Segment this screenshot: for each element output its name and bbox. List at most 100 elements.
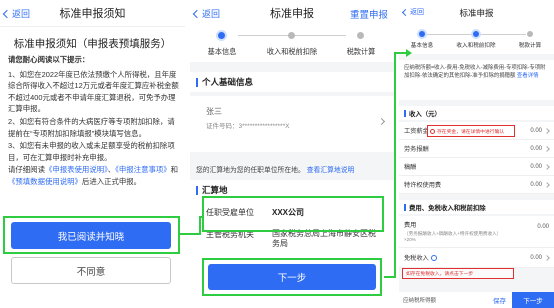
declaration-notice-screen: 返回 标准申报须知 标准申报须知（申报表预填服务） 请您耐心阅读以下提示： 1、… xyxy=(0,0,185,308)
income-row-royalty[interactable]: 稿酬 0.00 xyxy=(399,158,554,176)
step-dot-active xyxy=(473,31,479,37)
income-row-labor[interactable]: 劳务报酬 0.00 xyxy=(399,140,554,158)
row-label: 工资薪金 xyxy=(404,128,429,135)
back-button[interactable]: 返回 xyxy=(192,7,220,20)
income-section-header: 收入（元） xyxy=(399,106,554,120)
step-dot-active xyxy=(218,32,225,39)
connector-line xyxy=(394,52,396,278)
row-value: 0.00 xyxy=(530,163,542,170)
notice-intro: 请您耐心阅读以下提示： xyxy=(8,55,90,64)
row-label: 特许权使用费 xyxy=(404,182,442,189)
chevron-right-icon xyxy=(544,127,550,134)
standard-declaration-screen: 返回 标准申报 重置申报 基本信息 收入和税前扣除 税款计算 个人基础信息 张三… xyxy=(190,0,394,308)
person-name: 张三 xyxy=(206,107,222,116)
page-title: 标准申报须知 xyxy=(59,8,126,20)
highlight-frame-employer xyxy=(202,196,384,232)
connector-line xyxy=(199,216,202,218)
fee-info: 费用 （劳务报酬收入+稿酬收入+特许权使用费收入）×20% xyxy=(404,220,499,243)
income-row-franchise[interactable]: 特许权使用费 0.00 xyxy=(399,176,554,194)
save-button[interactable]: 保存 xyxy=(493,295,506,305)
taxable-income-label: 应纳税所得额 xyxy=(403,298,437,304)
exempt-label: 免税收入 xyxy=(404,255,429,262)
tax-place-notice: 您的汇算地为您的任职单位所在地。 查看汇算地说明 xyxy=(190,158,394,180)
connector-arrowhead xyxy=(406,49,412,57)
row-value: 0.00 xyxy=(530,145,542,152)
fee-label: 费用 xyxy=(404,222,417,229)
step-indicator: 基本信息 收入和税前扣除 税款计算 xyxy=(190,26,394,62)
nav-bar: 返回 标准申报 xyxy=(399,0,554,26)
p4-suffix: 后进入正式申报。 xyxy=(81,176,142,186)
p4-mid: 和 xyxy=(170,165,179,175)
fee-row: 费用 （劳务报酬收入+稿酬收入+特许权使用费收入）×20% 0.00 xyxy=(399,216,554,248)
back-button[interactable]: 返回 xyxy=(401,7,424,17)
connector-line xyxy=(180,233,200,235)
section-marker xyxy=(404,109,406,117)
notice-paragraph-3: 3、如您有未申报的收入或未足额享受的税前扣除项目，可在汇算申报时补充申报。 xyxy=(8,141,175,162)
section-marker xyxy=(196,77,198,87)
exempt-income-row[interactable]: 免税收入 0.00 xyxy=(399,248,554,268)
chevron-right-icon xyxy=(544,254,550,261)
formula-description: 应纳税所额=收入-费用-免税收入-减除费用-专项扣除-专项附加扣除-依法确定的其… xyxy=(399,60,554,100)
chevron-right-icon xyxy=(544,145,550,152)
exempt-warning: 如存在免税收入，请点击下一步 xyxy=(402,268,514,279)
income-deduction-screen: 返回 标准申报 基本信息 收入和税前扣除 税款计算 应纳税所额=收入-费用-免税… xyxy=(399,0,554,308)
back-label: 返回 xyxy=(12,9,31,19)
formula-details-link[interactable]: 查看详情 xyxy=(517,73,539,79)
back-button[interactable]: 返回 xyxy=(2,7,31,20)
nav-bar: 返回 标准申报 重置申报 xyxy=(190,0,394,26)
chevron-left-icon xyxy=(2,9,12,18)
id-value: 3*****************X xyxy=(238,123,290,130)
notice-paragraph-1: 1、如您在2022年度已依法预缴个人所得税，且年度综合所得收入不超过12万元或者… xyxy=(8,69,179,114)
page-title: 标准申报 xyxy=(270,8,314,20)
step-dot xyxy=(288,32,295,39)
step-label: 基本信息 xyxy=(207,47,237,56)
reset-declaration-button[interactable]: 重置申报 xyxy=(350,7,388,21)
chevron-left-icon xyxy=(192,9,202,18)
disagree-button[interactable]: 不同意 xyxy=(11,257,171,284)
warning-text: 存在奖金，请在详情中进行确认 xyxy=(437,129,505,135)
id-number: 证件号码：3*****************X xyxy=(206,120,289,130)
id-label: 证件号码： xyxy=(206,123,239,130)
back-label: 返回 xyxy=(410,9,424,16)
chevron-right-icon xyxy=(544,163,550,170)
step-label: 收入和税前扣除 xyxy=(456,43,496,49)
chevron-left-icon xyxy=(401,8,410,16)
section-title: 个人基础信息 xyxy=(202,77,254,87)
fee-value: 0.00 xyxy=(537,224,549,230)
personal-info-section-header: 个人基础信息 xyxy=(190,72,394,92)
usage-guide-link[interactable]: 《申报表使用说明》 xyxy=(45,165,108,174)
exempt-value: 0.00 xyxy=(530,254,542,261)
fee-note: （劳务报酬收入+稿酬收入+特许权使用费收入）×20% xyxy=(404,231,499,242)
info-icon[interactable] xyxy=(430,254,437,261)
bonus-warning[interactable]: 存在奖金，请在详情中进行确认 xyxy=(427,125,515,137)
row-value: 0.00 xyxy=(530,127,542,134)
highlight-frame-next xyxy=(202,258,382,296)
warning-icon xyxy=(430,128,435,134)
bottom-bar: 应纳税所得额 保存 下一步 xyxy=(399,292,554,308)
personal-info-card[interactable]: 张三 证件号码：3*****************X xyxy=(190,96,394,152)
income-section-title: 收入（元） xyxy=(409,110,441,118)
chevron-right-icon xyxy=(377,117,386,126)
notice-body: 请您耐心阅读以下提示： 1、如您在2022年度已依法预缴个人所得税，且年度综合所… xyxy=(8,54,179,189)
highlight-frame xyxy=(3,216,180,254)
step-dot xyxy=(527,31,533,37)
row-label: 稿酬 xyxy=(404,164,417,171)
notice-paragraph-2: 2、如您有符合条件的大病医疗等专项附加扣除，请提前在“专项附加扣除填报”模块填写… xyxy=(8,116,175,138)
step-dot-active xyxy=(419,31,425,37)
next-step-button[interactable]: 下一步 xyxy=(512,292,554,308)
step-label: 基本信息 xyxy=(410,43,434,49)
section-title: 汇算地 xyxy=(202,185,228,195)
notice-text: 您的汇算地为您的任职单位所在地。 xyxy=(196,167,305,174)
step-label: 税款计算 xyxy=(346,47,376,56)
deduction-section-header: 费用、免税收入和税前扣除 xyxy=(399,200,554,214)
tax-place-info-link[interactable]: 查看汇算地说明 xyxy=(307,164,355,174)
prefill-guide-link[interactable]: 《预填数据使用说明》 xyxy=(8,177,82,186)
notes-link[interactable]: 《申报注意事项》 xyxy=(115,165,170,174)
connector-line xyxy=(199,216,201,235)
tax-office-value: 国家税务总局上海市静安区税务局 xyxy=(272,229,376,248)
row-value: 0.00 xyxy=(530,181,542,188)
row-label: 劳务报酬 xyxy=(404,146,429,153)
notice-paragraph-4: 请仔细阅读《申报表使用说明》、《申报注意事项》和《预填数据使用说明》后进入正式申… xyxy=(8,164,179,187)
step-label: 收入和税前扣除 xyxy=(266,47,318,56)
section-marker xyxy=(196,185,198,195)
